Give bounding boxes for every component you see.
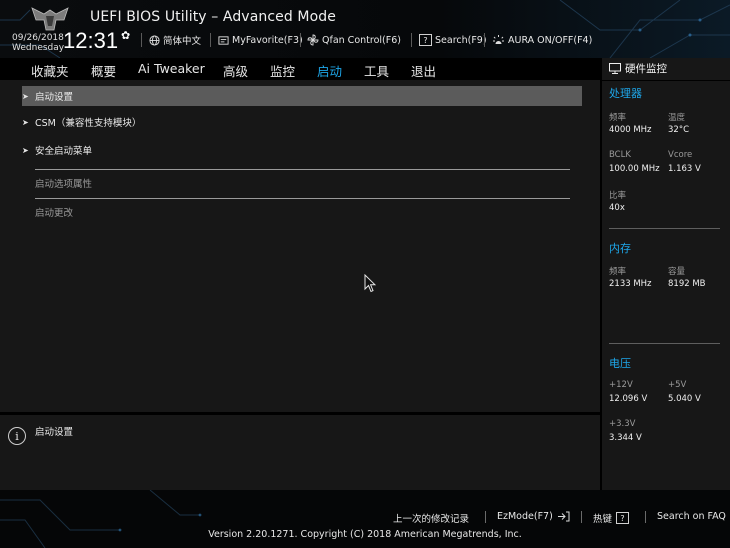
tab-exit[interactable]: 退出 [411,61,436,80]
help-text: 启动设置 [35,427,74,438]
aura-toggle-button[interactable]: AURA ON/OFF(F4) [492,33,592,47]
section-boot-override: 启动更改 [35,208,74,219]
cpu-freq-value: 4000 MHz [609,125,652,135]
settings-panel: ➤ 启动设置 ➤ CSM（兼容性支持模块） ➤ 安全启动菜单 启动选项属性 启动… [0,80,600,412]
v5-label: +5V [668,380,687,390]
divider [210,33,211,47]
divider [609,343,720,344]
divider [300,33,301,47]
chevron-right-icon: ➤ [22,145,29,155]
divider [484,33,485,47]
monitor-icon [609,63,621,74]
row-label: 启动设置 [35,92,74,103]
divider [602,80,730,81]
myfavorite-icon [218,35,229,45]
ratio-label: 比率 [609,191,627,201]
tab-favorites[interactable]: 收藏夹 [31,61,69,80]
last-modified-label: 上一次的修改记录 [393,514,470,525]
memory-heading: 内存 [609,242,631,255]
header-bar: UEFI BIOS Utility – Advanced Mode 09/26/… [0,0,730,58]
hardware-monitor-panel: 硬件监控 处理器 频率 温度 4000 MHz 32°C BCLK Vcore … [600,58,730,490]
search-label: Search(F9) [435,34,487,46]
exit-arrow-icon [557,511,570,522]
menu-row-secure-boot[interactable]: ➤ 安全启动菜单 [22,140,582,160]
tab-boot[interactable]: 启动 [317,61,343,83]
ezmode-label: EzMode(F7) [497,511,553,522]
section-divider [35,198,570,199]
v33-value: 3.344 V [609,433,642,443]
version-copyright: Version 2.20.1271. Copyright (C) 2018 Am… [208,529,522,540]
divider [645,511,646,523]
fan-icon [307,34,319,46]
divider [581,511,582,523]
myfavorite-label: MyFavorite(F3) [232,34,303,46]
menu-row-csm[interactable]: ➤ CSM（兼容性支持模块） [22,112,582,132]
help-key-icon: ? [616,512,630,524]
hardware-monitor-title: 硬件监控 [609,61,667,76]
last-modified-button[interactable]: 上一次的修改记录 [393,511,469,525]
tab-tool[interactable]: 工具 [364,61,389,80]
vcore-label: Vcore [668,150,693,160]
clock-time[interactable]: 12:31 [63,28,118,54]
datetime-date: 09/26/2018 Wednesday [12,33,64,53]
tab-ai-tweaker[interactable]: Ai Tweaker [138,61,205,76]
row-label: 安全启动菜单 [35,146,93,157]
myfavorite-button[interactable]: MyFavorite(F3) [218,33,303,47]
qfan-label: Qfan Control(F6) [322,34,401,46]
v33-label: +3.3V [609,419,636,429]
section-divider [35,169,570,170]
v5-value: 5.040 V [668,394,701,404]
hotkeys-button[interactable]: 热键 ? [593,511,630,525]
menu-row-boot-config[interactable]: ➤ 启动设置 [22,86,582,106]
search-button[interactable]: ? Search(F9) [419,33,487,47]
info-icon: i [8,427,26,445]
cpu-heading: 处理器 [609,87,642,100]
v12-label: +12V [609,380,633,390]
divider [485,511,486,523]
divider [411,33,412,47]
row-label: CSM（兼容性支持模块） [35,118,142,129]
mouse-cursor-icon [364,274,376,293]
chevron-right-icon: ➤ [22,117,29,127]
v12-value: 12.096 V [609,394,648,404]
globe-icon [149,34,160,46]
main-menu: 收藏夹 概要 Ai Tweaker 高级 监控 启动 工具 退出 [0,58,600,83]
bclk-label: BCLK [609,150,631,160]
mem-capacity-label: 容量 [668,267,686,277]
help-description-panel: i 启动设置 [0,415,600,490]
divider [141,33,142,47]
section-boot-option-priorities: 启动选项属性 [35,179,93,190]
cpu-temp-value: 32°C [668,125,690,135]
divider [609,228,720,229]
tab-main[interactable]: 概要 [91,61,116,80]
vcore-value: 1.163 V [668,164,701,174]
gear-icon[interactable]: ✿ [121,29,130,42]
hotkeys-label: 热键 [593,514,613,525]
search-faq-label: Search on FAQ [657,511,726,522]
search-faq-button[interactable]: Search on FAQ [657,511,726,522]
cpu-freq-label: 频率 [609,113,627,123]
search-help-icon: ? [419,34,432,46]
weekday-text: Wednesday [12,43,65,53]
qfan-control-button[interactable]: Qfan Control(F6) [307,33,401,47]
aura-icon [493,35,504,44]
hardware-monitor-label: 硬件监控 [625,63,667,75]
tab-monitor[interactable]: 监控 [270,61,295,80]
tab-advanced[interactable]: 高级 [223,61,248,80]
mem-capacity-value: 8192 MB [668,279,706,289]
footer-bar: 上一次的修改记录 EzMode(F7) 热键 ? Search on FAQ V… [0,490,730,548]
mem-freq-label: 频率 [609,267,627,277]
app-title: UEFI BIOS Utility – Advanced Mode [90,9,336,25]
mem-freq-value: 2133 MHz [609,279,652,289]
language-label: 简体中文 [163,36,202,47]
ratio-value: 40x [609,203,625,213]
language-button[interactable]: 简体中文 [149,33,201,47]
aura-label: AURA ON/OFF(F4) [508,34,593,46]
date-text: 09/26/2018 [12,33,64,43]
chevron-right-icon: ➤ [22,91,29,101]
bclk-value: 100.00 MHz [609,164,660,174]
cpu-temp-label: 温度 [668,113,686,123]
voltage-heading: 电压 [609,357,631,370]
ezmode-button[interactable]: EzMode(F7) [497,511,570,522]
